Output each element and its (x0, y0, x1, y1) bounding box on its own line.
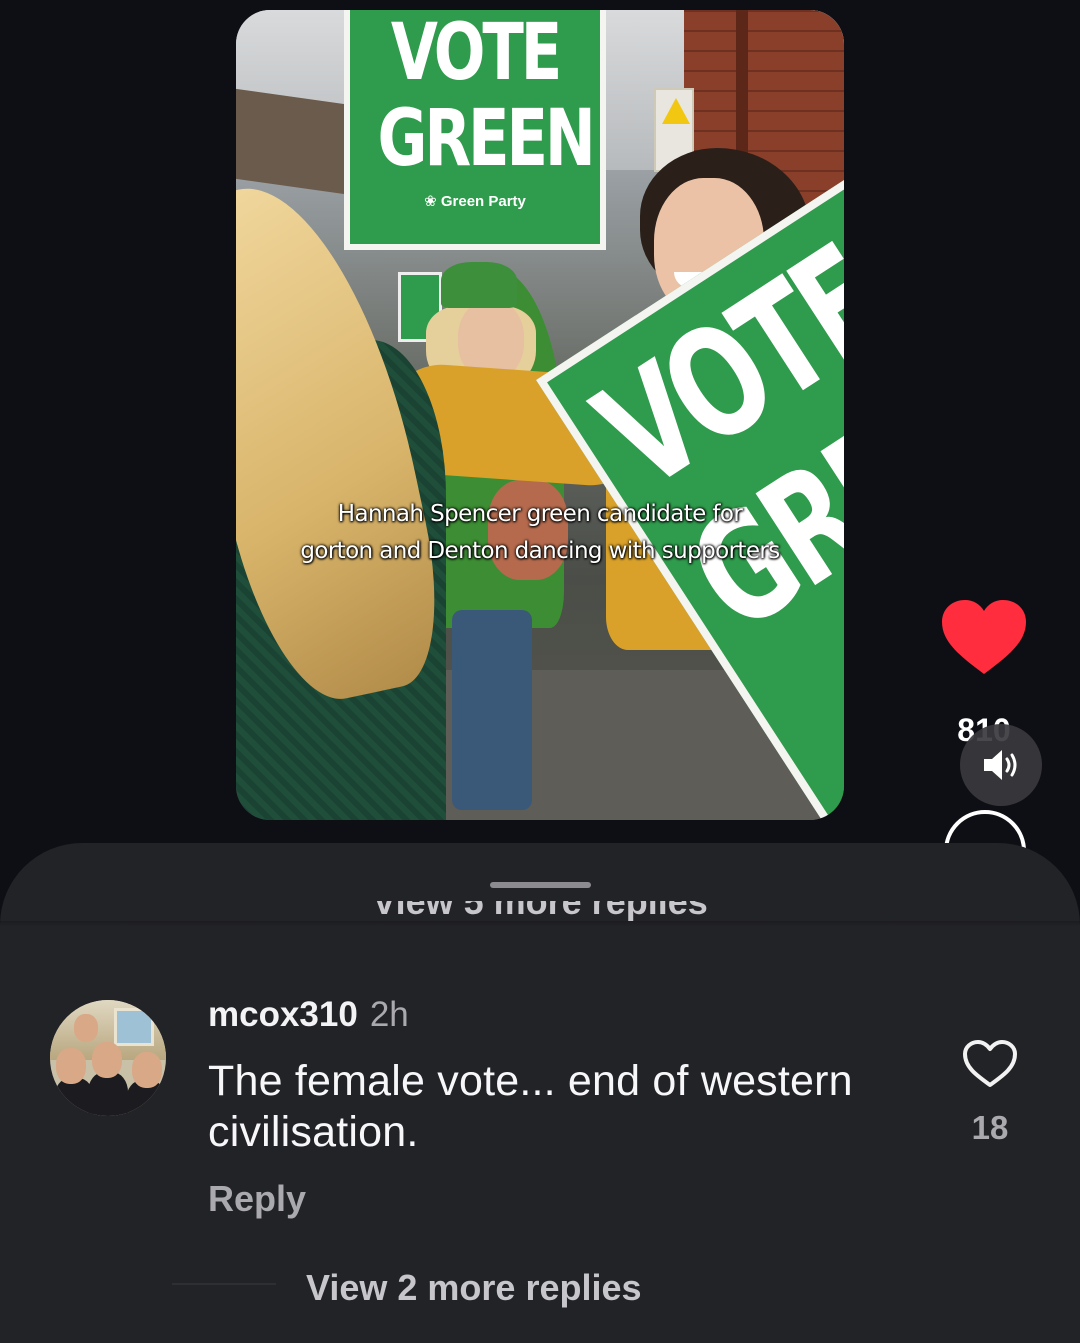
sheet-scroll-shadow (0, 921, 1080, 927)
comment-like-count: 18 (971, 1109, 1009, 1146)
comment-like-button[interactable] (962, 1039, 1018, 1089)
heart-outline-icon (963, 1040, 1017, 1087)
avatar-face (132, 1052, 162, 1088)
avatar-figure (88, 1072, 128, 1116)
comment-header: mcox310 2h (208, 995, 409, 1035)
supporter-hat (441, 262, 517, 308)
sign-top-line1: VOTE (390, 10, 562, 98)
like-button[interactable] (940, 598, 1028, 678)
sign-top-line2: GREEN (377, 94, 596, 184)
comment-username[interactable]: mcox310 (208, 995, 358, 1034)
comment-time: 2h (369, 995, 409, 1034)
video-player[interactable]: VOTE GREEN ❀ Green Party VOTE GREE Hanna… (236, 10, 844, 820)
avatar[interactable] (50, 1000, 166, 1116)
view-more-replies-top-label: View 5 more replies (0, 901, 1080, 921)
avatar-face (92, 1042, 122, 1078)
comment-text: The female vote... end of western civili… (208, 1057, 853, 1156)
replies-divider (172, 1283, 276, 1285)
sound-toggle-button[interactable] (960, 724, 1042, 806)
speaker-icon (984, 750, 1017, 780)
sheet-drag-handle[interactable] (490, 882, 591, 888)
avatar-window (114, 1008, 154, 1046)
supporter-jeans (452, 610, 532, 810)
caption-line2: gorton and Denton dancing with supporter… (300, 538, 780, 564)
video-caption: Hannah Spencer green candidate for gorto… (236, 496, 844, 570)
caption-line1: Hannah Spencer green candidate for (337, 501, 743, 527)
avatar-face (56, 1048, 86, 1084)
vote-green-sign-top: VOTE GREEN ❀ Green Party (344, 10, 606, 250)
heart-filled-icon (942, 600, 1026, 674)
video-viewer: VOTE GREEN ❀ Green Party VOTE GREE Hanna… (0, 0, 1080, 1343)
reply-button[interactable]: Reply (208, 1178, 306, 1220)
sign-top-party: ❀ Green Party (424, 193, 526, 210)
sign-party-name: Green Party (440, 193, 526, 210)
avatar-face (74, 1014, 98, 1042)
comments-sheet: View 5 more replies mcox310 2h The female… (0, 843, 1080, 1343)
view-more-replies-button[interactable]: View 2 more replies (306, 1267, 642, 1309)
view-more-replies-top[interactable]: View 5 more replies (0, 901, 1080, 921)
